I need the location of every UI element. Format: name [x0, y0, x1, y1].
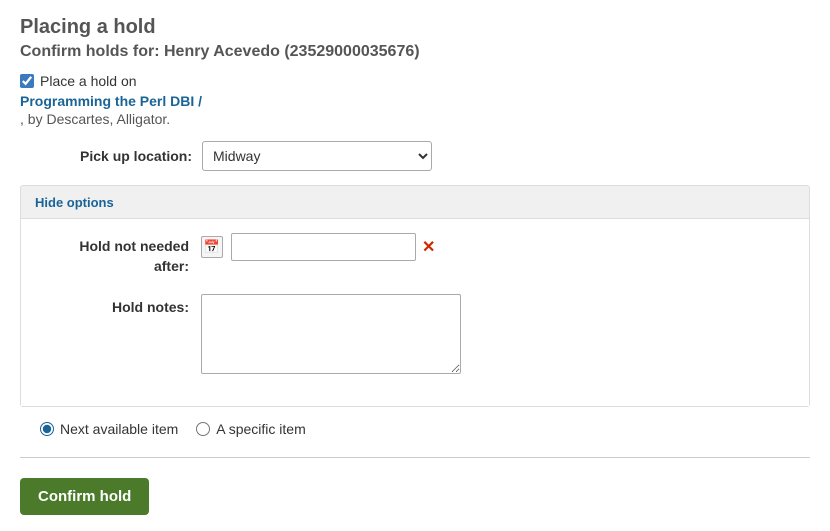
specific-item-option: A specific item	[196, 421, 305, 437]
pickup-label: Pick up location:	[80, 148, 192, 164]
book-author: , by Descartes, Alligator.	[20, 111, 810, 127]
pickup-select[interactable]: Midway Branch A Branch B Main Library	[202, 141, 432, 171]
hold-notes-label: Hold notes:	[41, 294, 201, 318]
hold-not-needed-row: Hold not needed after: 📅 ✕	[41, 233, 789, 276]
page-container: Placing a hold Confirm holds for: Henry …	[0, 0, 830, 531]
book-title-link[interactable]: Programming the Perl DBI /	[20, 93, 810, 109]
hold-not-needed-input[interactable]	[231, 233, 416, 261]
pickup-row: Pick up location: Midway Branch A Branch…	[20, 141, 810, 171]
clear-date-icon[interactable]: ✕	[422, 237, 435, 257]
hold-notes-textarea[interactable]	[201, 294, 461, 374]
specific-item-label: A specific item	[216, 421, 305, 437]
options-section: Hide options Hold not needed after: 📅 ✕ …	[20, 185, 810, 407]
place-hold-row: Place a hold on	[20, 73, 810, 89]
confirm-title: Confirm holds for: Henry Acevedo (235290…	[20, 43, 810, 61]
item-type-row: Next available item A specific item	[20, 421, 810, 437]
divider	[20, 457, 810, 458]
next-available-radio[interactable]	[40, 422, 54, 436]
place-hold-label: Place a hold on	[40, 73, 137, 89]
next-available-label: Next available item	[60, 421, 178, 437]
page-title: Placing a hold	[20, 16, 810, 39]
date-input-wrapper: 📅 ✕	[201, 233, 435, 261]
hide-options-link[interactable]: Hide options	[35, 195, 114, 210]
confirm-hold-button[interactable]: Confirm hold	[20, 478, 149, 515]
calendar-icon[interactable]: 📅	[201, 236, 223, 258]
place-hold-checkbox[interactable]	[20, 74, 34, 88]
options-header: Hide options	[21, 186, 809, 219]
next-available-option: Next available item	[40, 421, 178, 437]
hold-not-needed-label: Hold not needed after:	[41, 233, 201, 276]
hold-notes-row: Hold notes:	[41, 294, 789, 374]
options-body: Hold not needed after: 📅 ✕ Hold notes:	[21, 219, 809, 406]
specific-item-radio[interactable]	[196, 422, 210, 436]
